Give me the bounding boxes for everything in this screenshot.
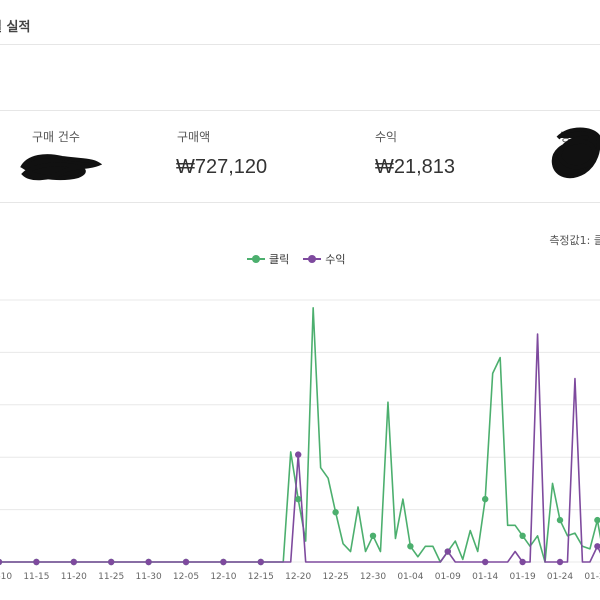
x-tick-label: 01-14 (472, 572, 498, 582)
redacted-value-scribble (20, 154, 102, 181)
x-tick-label: 12-30 (360, 572, 386, 582)
x-tick-label: 01-29 (584, 572, 600, 582)
legend-item-click[interactable]: 클릭 (247, 251, 289, 267)
legend-swatch-click (247, 255, 265, 263)
data-point-revenue (594, 543, 600, 550)
divider (0, 110, 600, 111)
x-tick-label: 12-20 (285, 572, 311, 582)
legend-item-revenue[interactable]: 수익 (303, 251, 346, 267)
data-point-revenue (70, 558, 78, 566)
data-point-click (556, 516, 564, 524)
measure-selector[interactable]: 측정값1: 클 (549, 232, 600, 248)
data-point-revenue (145, 558, 152, 566)
legend-swatch-revenue (303, 255, 322, 263)
x-tick-label: 11-20 (61, 572, 87, 582)
line-chart: 12-10 11-15 11-20 11-25 11-30 12-05 12-10 12-15… (0, 299, 600, 582)
x-tick-label: 12-10 (0, 572, 12, 582)
divider (0, 202, 600, 203)
redacted-value-scribble (551, 127, 600, 179)
x-tick-label: 12-05 (173, 572, 199, 582)
series-line-click (0, 307, 600, 563)
data-point-revenue (556, 558, 564, 566)
data-point-revenue (519, 558, 526, 566)
data-point-click (519, 532, 526, 539)
data-point-revenue (482, 558, 489, 566)
chart-legend: 클릭 수익 (247, 251, 346, 267)
data-point-revenue (0, 558, 3, 566)
x-tick-label: 11-25 (98, 572, 124, 582)
data-point-click (407, 543, 414, 550)
x-tick-label: 12-25 (323, 572, 349, 582)
data-point-revenue (220, 558, 227, 566)
stat-label-purchase-amount: 구매액 (177, 130, 211, 144)
stat-label-revenue: 수익 (375, 130, 398, 144)
data-point-revenue (444, 548, 451, 555)
stat-value-revenue: ₩21,813 (375, 156, 456, 178)
data-point-click (482, 495, 489, 503)
data-point-revenue (257, 558, 264, 566)
data-point-click (594, 516, 600, 524)
x-tick-label: 01-19 (510, 572, 536, 582)
stat-value-purchase-amount: ₩727,120 (176, 156, 268, 178)
data-point-revenue (295, 451, 302, 458)
data-point-click (295, 495, 302, 503)
x-tick-label: 12-10 (210, 572, 236, 582)
stat-label-purchase-count: 구매 건수 (32, 130, 80, 144)
x-tick-label: 01-24 (547, 572, 573, 582)
legend-label-click: 클릭 (269, 253, 290, 266)
series-line-revenue (0, 333, 600, 563)
data-point-revenue (182, 558, 190, 566)
x-tick-label: 12-15 (248, 572, 274, 582)
data-point-revenue (33, 558, 40, 566)
x-tick-label: 01-09 (435, 572, 461, 582)
x-tick-label: 11-30 (136, 572, 162, 582)
divider (0, 44, 600, 45)
x-tick-label: 01-04 (397, 572, 423, 582)
data-point-revenue (108, 558, 115, 566)
section-title: 별 실적 (0, 20, 31, 35)
legend-label-revenue: 수익 (325, 253, 346, 266)
x-tick-label: 11-15 (23, 572, 49, 582)
data-point-click (332, 509, 339, 516)
data-point-click (369, 532, 377, 539)
